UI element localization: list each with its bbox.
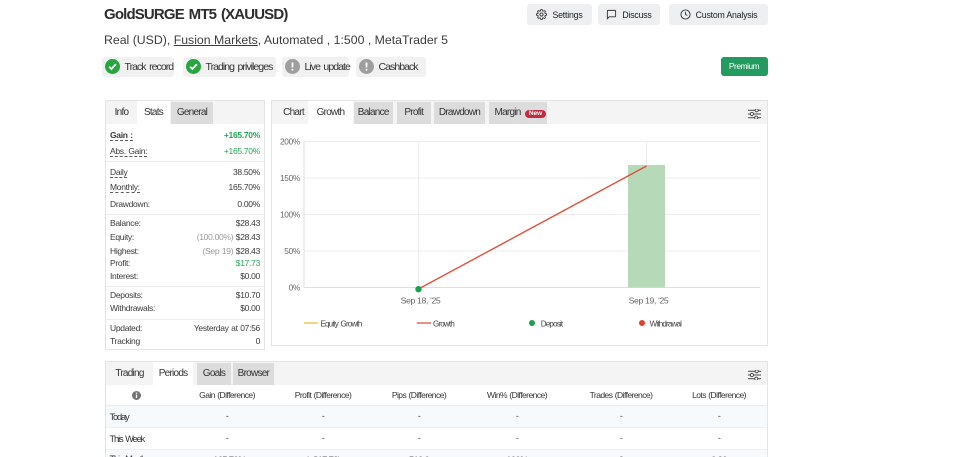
svg-text:200%: 200% bbox=[280, 137, 301, 147]
svg-text:Withdrawal: Withdrawal bbox=[650, 320, 683, 329]
svg-text:0%: 0% bbox=[289, 283, 301, 293]
svg-text:Sep 19, '25: Sep 19, '25 bbox=[629, 296, 669, 306]
svg-text:Sep 18, '25: Sep 18, '25 bbox=[401, 296, 441, 306]
svg-text:50%: 50% bbox=[284, 246, 301, 256]
svg-text:Deposit: Deposit bbox=[541, 320, 564, 329]
svg-text:Equity Growth: Equity Growth bbox=[321, 320, 362, 329]
svg-text:100%: 100% bbox=[280, 210, 301, 220]
svg-text:150%: 150% bbox=[280, 173, 301, 183]
svg-text:Growth: Growth bbox=[433, 320, 454, 329]
